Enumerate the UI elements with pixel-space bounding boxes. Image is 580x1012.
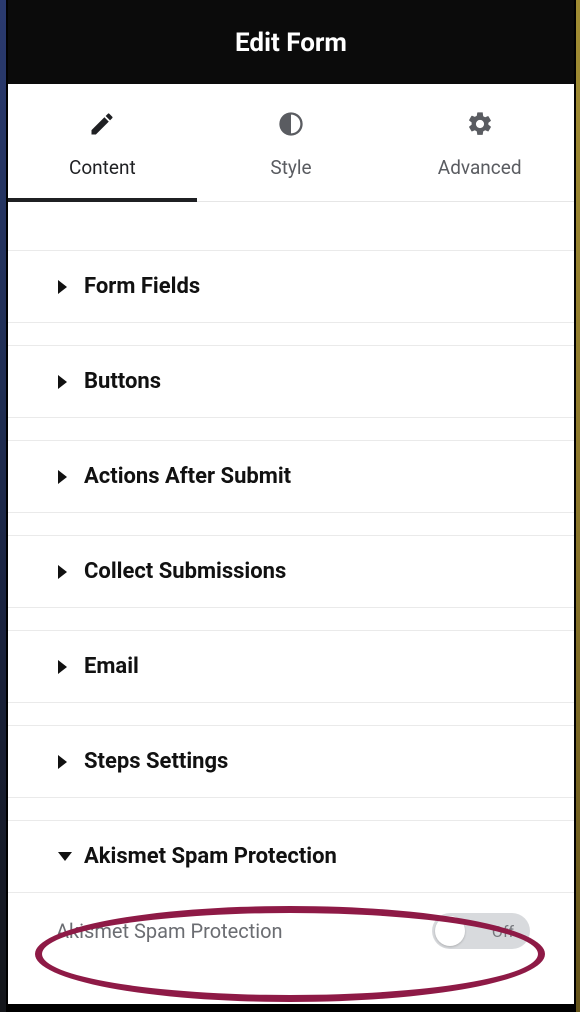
tab-label: Content	[69, 156, 136, 179]
tab-bar: Content Style Advanced	[8, 84, 574, 202]
chevron-right-icon	[58, 565, 67, 579]
chevron-right-icon	[58, 755, 67, 769]
section-actions-after-submit[interactable]: Actions After Submit	[8, 440, 574, 513]
contrast-icon	[277, 110, 305, 138]
section-label: Actions After Submit	[56, 464, 291, 489]
section-label: Steps Settings	[56, 749, 228, 774]
section-form-fields[interactable]: Form Fields	[8, 250, 574, 323]
setting-label: Akismet Spam Protection	[56, 919, 283, 943]
right-edge-decor	[576, 0, 580, 1012]
section-akismet-spam-protection[interactable]: Akismet Spam Protection	[8, 820, 574, 893]
chevron-right-icon	[58, 280, 67, 294]
pencil-icon	[88, 110, 116, 138]
akismet-toggle[interactable]: Off	[432, 913, 530, 949]
section-email[interactable]: Email	[8, 630, 574, 703]
panel-title: Edit Form	[235, 28, 347, 58]
section-steps-settings[interactable]: Steps Settings	[8, 725, 574, 798]
accordion: Form Fields Buttons Actions After Submit…	[8, 202, 574, 967]
spacer	[8, 202, 574, 250]
panel-body: Form Fields Buttons Actions After Submit…	[8, 202, 574, 1004]
section-label: Akismet Spam Protection	[56, 844, 337, 869]
tab-advanced[interactable]: Advanced	[385, 84, 574, 201]
editor-panel: Edit Form Content Style Advanced	[8, 0, 574, 1004]
gear-icon	[466, 110, 494, 138]
tab-label: Style	[270, 156, 311, 179]
section-label: Buttons	[56, 369, 161, 394]
toggle-knob	[435, 916, 465, 946]
tab-label: Advanced	[438, 156, 522, 179]
chevron-right-icon	[58, 470, 67, 484]
section-content-akismet: Akismet Spam Protection Off	[8, 893, 574, 967]
panel-header: Edit Form	[8, 0, 574, 84]
section-buttons[interactable]: Buttons	[8, 345, 574, 418]
chevron-down-icon	[58, 852, 72, 861]
chevron-right-icon	[58, 660, 67, 674]
tab-content[interactable]: Content	[8, 84, 197, 201]
left-edge-decor	[0, 0, 6, 1012]
section-label: Form Fields	[56, 274, 200, 299]
tab-style[interactable]: Style	[197, 84, 386, 201]
section-collect-submissions[interactable]: Collect Submissions	[8, 535, 574, 608]
section-label: Email	[56, 654, 139, 679]
chevron-right-icon	[58, 375, 67, 389]
toggle-state: Off	[492, 922, 514, 941]
section-label: Collect Submissions	[56, 559, 286, 584]
